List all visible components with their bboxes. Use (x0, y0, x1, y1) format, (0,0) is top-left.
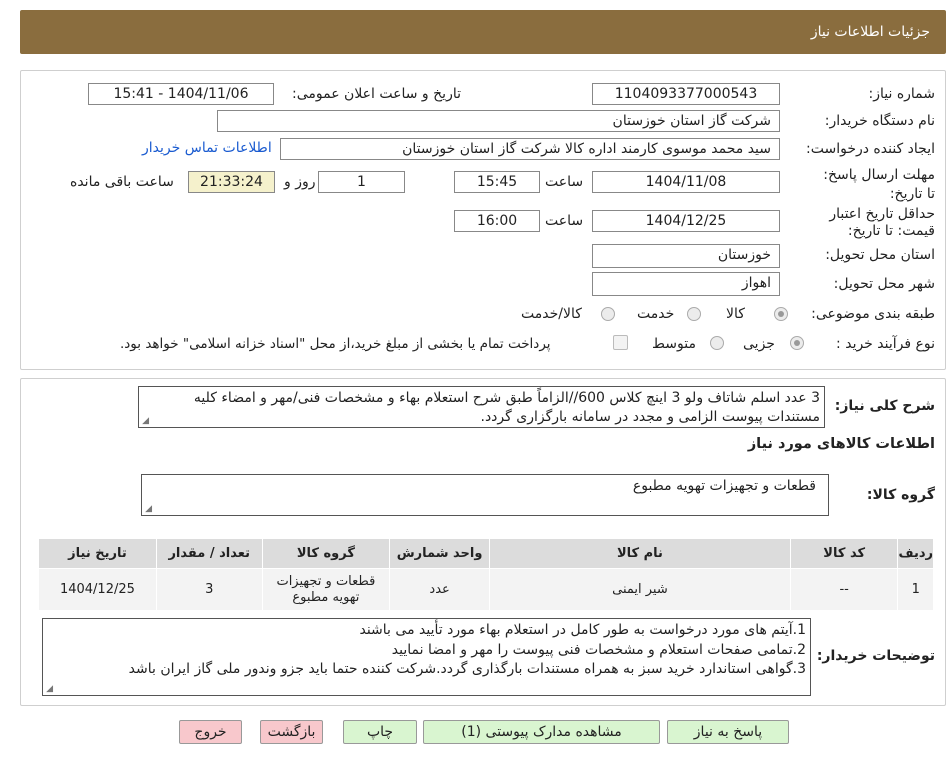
city-field[interactable]: اهواز (592, 272, 780, 296)
province-field[interactable]: خوزستان (592, 244, 780, 268)
col-name-header: نام کالا (489, 538, 791, 569)
cell-name: شیر ایمنی (489, 568, 791, 611)
reply-button[interactable]: پاسخ به نیاز (667, 720, 789, 744)
deadline-time-field[interactable]: 15:45 (454, 171, 540, 193)
validity-time-label: ساعت (545, 213, 584, 229)
category-radio-goods-service[interactable] (601, 307, 615, 321)
treasury-payment-checkbox[interactable] (613, 335, 628, 350)
summary-textarea[interactable]: 3 عدد اسلم شاتاف ولو 3 اینچ کلاس 600//ال… (138, 386, 825, 428)
summary-text: 3 عدد اسلم شاتاف ولو 3 اینچ کلاس 600//ال… (193, 390, 820, 425)
cell-date: 1404/12/25 (38, 568, 157, 611)
page-title: جزئیات اطلاعات نیاز (810, 24, 930, 40)
validity-time-field[interactable]: 16:00 (454, 210, 540, 232)
cell-group: قطعات و تجهیزات تهویه مطبوع (261, 568, 391, 611)
back-button[interactable]: بازگشت (260, 720, 323, 744)
resize-grip-icon[interactable]: ◢ (144, 505, 152, 514)
process-option-medium: متوسط (652, 336, 696, 352)
goods-section-title: اطلاعات کالاهای مورد نیاز (747, 436, 935, 452)
remaining-label: ساعت باقی مانده (70, 174, 174, 190)
buyer-note-line: 2.تمامی صفحات استعلام و مشخصات فنی پیوست… (391, 641, 806, 658)
page-header: جزئیات اطلاعات نیاز (20, 10, 946, 54)
buyer-notes-label: توضیحات خریدار: (816, 648, 935, 664)
announce-datetime-field[interactable]: 1404/11/06 - 15:41 (88, 83, 274, 105)
goods-table-header: ردیف کد کالا نام کالا واحد شمارش گروه کا… (38, 538, 934, 569)
table-row[interactable]: 1 -- شیر ایمنی عدد قطعات و تجهیزات تهویه… (38, 568, 934, 611)
cell-row: 1 (897, 568, 934, 611)
summary-label: شرح کلی نیاز: (834, 398, 935, 414)
col-group-header: گروه کالا (261, 538, 391, 569)
validity-label: حداقل تاریخ اعتبار قیمت: تا تاریخ: (829, 206, 935, 239)
city-label: شهر محل تحویل: (833, 276, 935, 292)
creator-label: ایجاد کننده درخواست: (806, 141, 935, 157)
process-option-minor: جزیی (743, 336, 775, 352)
validity-date-field[interactable]: 1404/12/25 (592, 210, 780, 232)
remaining-time-field: 21:33:24 (188, 171, 275, 193)
process-radio-minor[interactable] (790, 336, 804, 350)
need-number-field[interactable]: 1104093377000543 (592, 83, 780, 105)
category-option-goods: کالا (726, 306, 745, 322)
buyer-contact-link[interactable]: اطلاعات تماس خریدار (142, 140, 272, 156)
creator-field[interactable]: سید محمد موسوی کارمند اداره کالا شرکت گا… (280, 138, 780, 160)
buyer-note-line: 1.آیتم های مورد درخواست به طور کامل در ا… (359, 622, 806, 638)
col-row-header: ردیف (897, 538, 934, 569)
process-radio-medium[interactable] (710, 336, 724, 350)
view-attachments-button[interactable]: مشاهده مدارک پیوستی (1) (423, 720, 660, 744)
need-number-label: شماره نیاز: (868, 86, 936, 102)
cell-unit: عدد (389, 568, 490, 611)
goods-group-text: قطعات و تجهیزات تهویه مطبوع (632, 478, 816, 494)
print-button[interactable]: چاپ (343, 720, 417, 744)
deadline-label: مهلت ارسال پاسخ: تا تاریخ: (823, 167, 935, 202)
days-field[interactable]: 1 (318, 171, 405, 193)
process-label: نوع فرآیند خرید : (836, 336, 935, 352)
buyer-notes-textarea[interactable]: 1.آیتم های مورد درخواست به طور کامل در ا… (42, 618, 811, 696)
payment-note: پرداخت تمام یا بخشی از مبلغ خرید،از محل … (120, 336, 551, 352)
category-radio-goods[interactable] (774, 307, 788, 321)
category-option-goods-service: کالا/خدمت (521, 306, 582, 322)
goods-group-textarea[interactable]: قطعات و تجهیزات تهویه مطبوع ◢ (141, 474, 829, 516)
deadline-time-label: ساعت (545, 174, 584, 190)
goods-table: ردیف کد کالا نام کالا واحد شمارش گروه کا… (38, 538, 934, 611)
province-label: استان محل تحویل: (825, 247, 935, 263)
announce-label: تاریخ و ساعت اعلان عمومی: (292, 86, 461, 102)
buyer-field[interactable]: شرکت گاز استان خوزستان (217, 110, 780, 132)
cell-code: -- (789, 568, 899, 611)
category-radio-service[interactable] (687, 307, 701, 321)
col-qty-header: تعداد / مقدار (155, 538, 263, 569)
col-unit-header: واحد شمارش (389, 538, 490, 569)
buyer-label: نام دستگاه خریدار: (824, 113, 935, 129)
col-date-header: تاریخ نیاز (38, 538, 157, 569)
category-option-service: خدمت (637, 306, 675, 322)
exit-button[interactable]: خروج (179, 720, 242, 744)
deadline-date-field[interactable]: 1404/11/08 (592, 171, 780, 193)
category-label: طبقه بندی موضوعی: (811, 306, 935, 322)
resize-grip-icon[interactable]: ◢ (45, 685, 53, 694)
buyer-note-line: 3.گواهی استاندارد خرید سبز به همراه مستن… (128, 661, 806, 677)
resize-grip-icon[interactable]: ◢ (141, 417, 149, 426)
col-code-header: کد کالا (789, 538, 899, 569)
goods-group-label: گروه کالا: (866, 487, 935, 503)
days-label: روز و (284, 174, 316, 190)
cell-qty: 3 (155, 568, 263, 611)
